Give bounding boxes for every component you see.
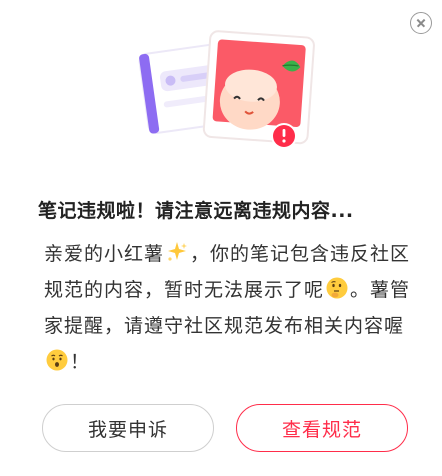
sparkle-emoji bbox=[168, 242, 188, 261]
violation-dialog: 笔记违规啦！请注意远离违规内容... 亲爱的小红薯 ，你的笔记包含违反社区规范的… bbox=[0, 0, 442, 476]
close-icon[interactable] bbox=[410, 12, 432, 34]
dialog-title: 笔记违规啦！请注意远离违规内容... bbox=[38, 200, 354, 222]
appeal-button-label: 我要申诉 bbox=[87, 418, 168, 441]
violation-illustration bbox=[138, 30, 315, 149]
warning-icon bbox=[271, 123, 297, 149]
thinking-face-emoji bbox=[326, 277, 348, 299]
message-part-1: 亲爱的小红薯 bbox=[44, 243, 165, 265]
view-rules-button-label: 查看规范 bbox=[281, 418, 362, 441]
message-part-4: ！ bbox=[70, 351, 91, 373]
dialog-message: 亲爱的小红薯 ，你的笔记包含违反社区规范的内容，暂时无法展示了呢 。薯管家提醒，… bbox=[44, 236, 414, 380]
surprised-face-emoji bbox=[46, 349, 68, 371]
appeal-button[interactable]: 我要申诉 bbox=[42, 404, 214, 452]
view-rules-button[interactable]: 查看规范 bbox=[236, 404, 408, 452]
